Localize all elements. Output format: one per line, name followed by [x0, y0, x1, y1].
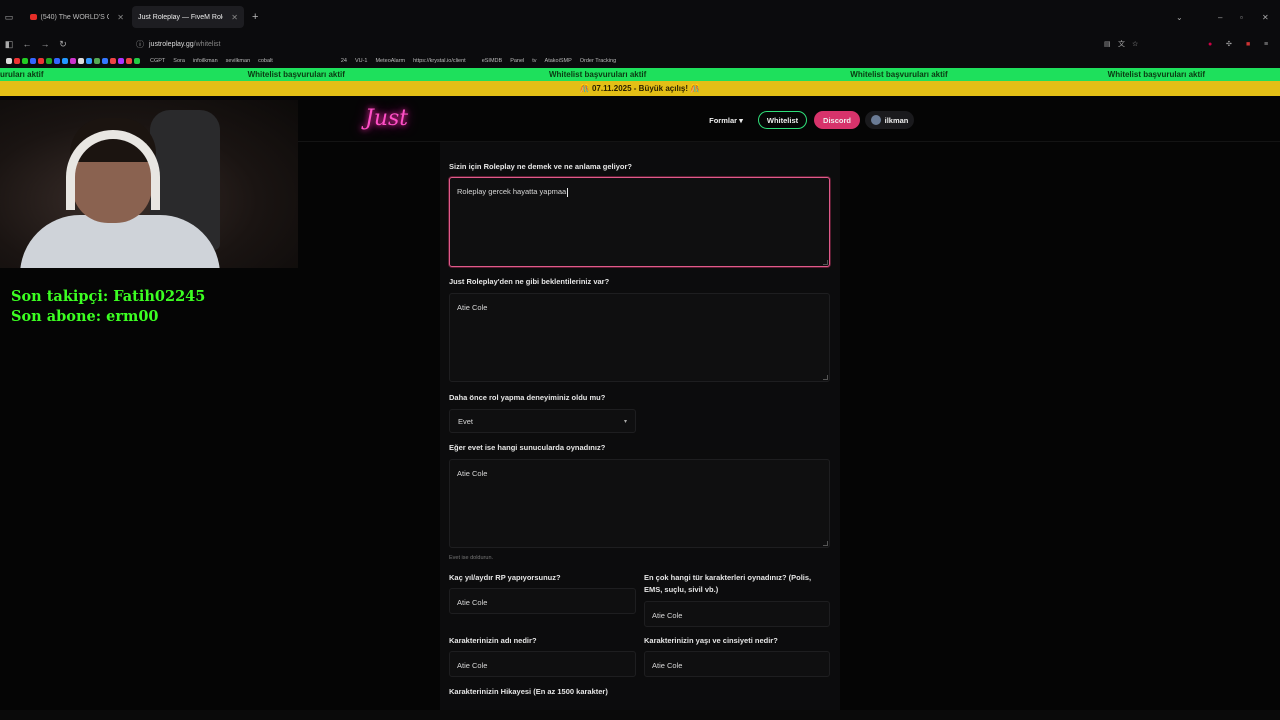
tab-youtube[interactable]: (540) The WORLD'S ONLY 52" ( ✕ — [24, 6, 130, 28]
ticker-item: uruları aktif — [0, 70, 44, 79]
question-label: Just Roleplay'den ne gibi beklentilerini… — [449, 277, 610, 286]
bookmark-item[interactable]: Sora — [173, 58, 185, 64]
character-age-gender-input[interactable]: Atie Cole — [644, 651, 830, 677]
tab-label: Just Roleplay — FiveM Roleplay — [138, 13, 223, 21]
question-label: Karakterinizin yaşı ve cinsiyeti nedir? — [644, 636, 778, 645]
bookmark-item[interactable]: Order Tracking — [580, 58, 616, 64]
bookmark-item[interactable]: AtakoiSMP — [545, 58, 572, 64]
field-value: Atie Cole — [652, 611, 683, 620]
close-tab-icon[interactable]: ✕ — [117, 13, 124, 22]
expectations-textarea[interactable]: Atie Cole — [449, 293, 830, 382]
url-bar-row: ◧ ← → ↻ ⓘ justroleplay.gg/whitelist ▤ 文 … — [0, 34, 1280, 54]
bookmark-item[interactable]: sevilkman — [226, 58, 250, 64]
maximize-icon[interactable]: ▫ — [1240, 13, 1243, 22]
close-window-icon[interactable]: ✕ — [1262, 13, 1269, 22]
chevron-down-icon[interactable]: ⌄ — [1176, 13, 1183, 22]
back-icon[interactable]: ← — [18, 39, 36, 49]
ticker-item: Whitelist başvuruları aktif — [247, 70, 345, 79]
roleplay-meaning-textarea[interactable]: Roleplay gercek hayatta yapmaa — [449, 177, 830, 267]
text-caret — [567, 187, 569, 197]
announcement-banner: 🎊 07.11.2025 - Büyük açılış! 🎊 — [0, 81, 1280, 96]
resize-handle-icon[interactable] — [823, 541, 828, 546]
profile-icon[interactable]: ■ — [1246, 41, 1250, 48]
experience-select[interactable]: Evet ▾ — [449, 409, 636, 433]
character-types-input[interactable]: Atie Cole — [644, 601, 830, 627]
tab-label: (540) The WORLD'S ONLY 52" ( — [40, 13, 110, 21]
latest-subscriber: Son abone: erm00 — [11, 308, 159, 325]
question-label: Kaç yıl/aydır RP yapıyorsunuz? — [449, 573, 561, 582]
nav-whitelist-button[interactable]: Whitelist — [758, 111, 807, 129]
character-name-input[interactable]: Atie Cole — [449, 651, 636, 677]
field-hint: Evet ise doldurun. — [449, 555, 494, 561]
servers-textarea[interactable]: Atie Cole — [449, 459, 830, 548]
latest-follower: Son takipçi: Fatih02245 — [11, 288, 206, 305]
sidebar-icon[interactable]: ◧ — [0, 39, 18, 50]
ticker-item: Whitelist başvuruları aktif — [1107, 70, 1206, 79]
nav-user-button[interactable]: ilkman — [865, 111, 914, 129]
chevron-down-icon: ▾ — [623, 418, 627, 425]
field-value: Atie Cole — [457, 469, 488, 478]
site-info-icon[interactable]: ⓘ — [136, 39, 144, 50]
url-path: /whitelist — [193, 40, 221, 48]
forward-icon[interactable]: → — [36, 39, 54, 49]
bookmark-item[interactable]: cobalt — [258, 58, 273, 64]
puzzle-icon[interactable]: ✣ — [1226, 40, 1232, 48]
bookmarks-bar: CGPT Sora infoilkman sevilkman cobalt 24… — [0, 54, 1280, 68]
select-value: Evet — [458, 416, 474, 426]
resize-handle-icon[interactable] — [823, 260, 828, 265]
tab-overview-icon[interactable]: ▭ — [0, 12, 18, 23]
bookmark-item[interactable]: MeteoAlarm — [375, 58, 405, 64]
whitelist-ticker: uruları aktif Whitelist başvuruları akti… — [0, 68, 1280, 81]
field-value: Atie Cole — [457, 661, 488, 670]
field-value: Roleplay gercek hayatta yapmaa — [457, 187, 567, 196]
resize-handle-icon[interactable] — [823, 375, 828, 380]
rp-duration-input[interactable]: Atie Cole — [449, 588, 636, 614]
bookmark-star-icon[interactable]: ☆ — [1132, 40, 1138, 48]
url-host: justroleplay.gg — [149, 40, 194, 48]
ticker-item: Whitelist başvuruları aktif — [548, 70, 647, 79]
ticker-item: Whitelist başvuruları aktif — [850, 70, 948, 79]
reader-icon[interactable]: ▤ — [1104, 40, 1111, 48]
nav-formlar-dropdown[interactable]: Formlar ▾ — [703, 111, 749, 129]
bookmark-icons — [6, 57, 142, 64]
youtube-icon — [30, 14, 37, 20]
new-tab-button[interactable]: + — [252, 11, 258, 23]
person-body — [20, 215, 220, 268]
address-input[interactable]: justroleplay.gg/whitelist — [149, 41, 220, 48]
menu-icon[interactable]: ≡ — [1264, 41, 1268, 48]
bookmark-item[interactable]: tv — [532, 58, 536, 64]
field-value: Atie Cole — [652, 661, 683, 670]
site-logo[interactable]: Just — [365, 106, 408, 131]
browser-tabbar: ▭ (540) The WORLD'S ONLY 52" ( ✕ Just Ro… — [0, 0, 1280, 34]
bookmark-item[interactable]: https://krystal.io/client — [413, 58, 466, 64]
webcam-overlay — [0, 100, 298, 268]
question-label: Daha önce rol yapma deneyiminiz oldu mu? — [449, 393, 606, 402]
username: ilkman — [884, 115, 909, 125]
extension-icon[interactable]: ● — [1208, 41, 1212, 48]
tab-justroleplay[interactable]: Just Roleplay — FiveM Roleplay ✕ — [132, 6, 244, 28]
bookmark-item[interactable]: eSIMDB — [482, 58, 502, 64]
question-label: Karakterinizin adı nedir? — [449, 636, 537, 645]
taskbar-strip — [0, 710, 1280, 720]
question-label: Sizin için Roleplay ne demek ve ne anlam… — [449, 162, 632, 171]
bookmark-item[interactable]: Panel — [510, 58, 524, 64]
avatar — [870, 115, 881, 125]
question-label: Karakterinizin Hikayesi (En az 1500 kara… — [449, 687, 608, 696]
question-label: En çok hangi tür karakterleri oynadınız?… — [644, 573, 812, 594]
close-tab-icon[interactable]: ✕ — [231, 13, 238, 22]
bookmark-item[interactable]: infoilkman — [193, 58, 218, 64]
reload-icon[interactable]: ↻ — [54, 39, 72, 50]
nav-discord-button[interactable]: Discord — [814, 111, 860, 129]
translate-icon[interactable]: 文 — [1118, 39, 1125, 49]
question-label: Eğer evet ise hangi sunucularda oynadını… — [449, 443, 606, 452]
bookmark-item[interactable]: 24 — [341, 58, 347, 64]
bookmark-item[interactable]: CGPT — [150, 58, 165, 64]
bookmark-item[interactable]: VU-1 — [355, 58, 368, 64]
minimize-icon[interactable]: – — [1218, 13, 1222, 22]
field-value: Atie Cole — [457, 303, 488, 312]
field-value: Atie Cole — [457, 598, 488, 607]
